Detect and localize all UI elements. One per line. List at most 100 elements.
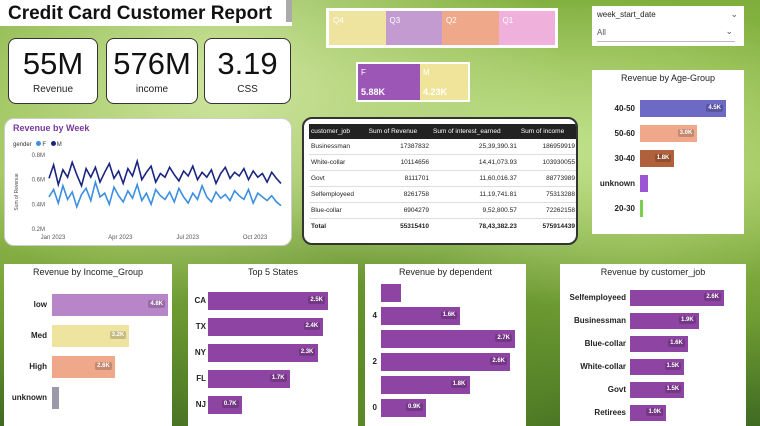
cell: 10114656 — [366, 154, 431, 171]
table-row: Blue-collar 6904279 9,52,800.57 72262158 — [309, 202, 576, 219]
bar[interactable]: 1.7K — [208, 370, 290, 388]
quarter-tile-q1[interactable]: Q1 — [498, 11, 555, 45]
kpi-css-label: CSS — [237, 84, 258, 95]
panel-revenue-by-income-group: Revenue by Income_Group low 4.8K Med 3.2K Hi… — [4, 264, 172, 426]
data-label: 1.5K — [664, 362, 682, 370]
bar[interactable]: 2.4K — [208, 318, 324, 336]
gender-tile-m[interactable]: M 4.23K — [420, 64, 468, 100]
bar[interactable] — [640, 200, 643, 217]
series-line-m[interactable] — [48, 158, 282, 189]
quarter-tile-q3[interactable]: Q3 — [385, 11, 442, 45]
data-label: 2.6K — [704, 293, 721, 301]
table-row: Businessman 17387832 25,39,390.31 186959919 — [309, 139, 576, 155]
cell: 11,60,016.37 — [431, 170, 519, 187]
col-sum-revenue[interactable]: Sum of Revenue — [366, 124, 431, 139]
series-line-f[interactable] — [48, 179, 282, 210]
bar[interactable]: 1.8K — [640, 150, 675, 167]
col-customer-job[interactable]: customer_job — [309, 124, 367, 139]
data-label: 2.5K — [308, 296, 325, 304]
cell: 186959919 — [518, 139, 576, 155]
y-tick-label: 0.4M — [32, 202, 45, 208]
kpi-revenue: 55M Revenue — [8, 38, 98, 104]
category-label: Retirees — [594, 408, 626, 417]
cell: Total — [311, 223, 327, 230]
category-label: FL — [196, 374, 206, 383]
bar[interactable] — [52, 387, 60, 409]
kpi-revenue-label: Revenue — [32, 84, 74, 95]
bar[interactable]: 2.6K — [630, 290, 724, 306]
x-tick-label: Jan 2023 — [41, 235, 66, 241]
bar[interactable]: 2.3K — [208, 344, 319, 362]
category-label: White-collar — [580, 362, 626, 371]
data-label: 1.5K — [664, 385, 682, 393]
bar[interactable]: 1.0K — [630, 405, 667, 421]
category-label: Govt — [607, 385, 626, 394]
kpi-income-label: income — [135, 84, 169, 95]
cell: 6904279 — [366, 202, 431, 219]
title-accent-bar — [286, 0, 292, 22]
bar[interactable]: 2.5K — [208, 292, 328, 310]
y-axis-label: Sum of Revenue — [14, 173, 20, 210]
category-label: High — [29, 362, 47, 371]
category-label: TX — [195, 322, 206, 331]
panel-revenue-by-age-group: Revenue by Age-Group 40-50 4.5K 50-60 3.0K 3… — [592, 70, 744, 234]
quarter-label: Q4 — [333, 16, 344, 25]
panel-title: Top 5 States — [247, 267, 299, 277]
slicer-dropdown[interactable]: All ⌄ — [597, 26, 735, 42]
cell: 78,43,382.23 — [478, 223, 517, 230]
category-label: 0 — [372, 403, 377, 412]
data-label: 1.6K — [668, 339, 685, 347]
bar[interactable] — [640, 175, 648, 192]
cell: Govt — [309, 170, 367, 187]
bar[interactable]: 1.8K — [381, 376, 471, 394]
bar[interactable]: 0.9K — [381, 399, 426, 417]
bar[interactable]: 1.6K — [381, 307, 461, 325]
y-tick-label: 0.8M — [32, 153, 45, 159]
gender-treemap: F 5.88K M 4.23K — [356, 62, 470, 102]
col-sum-income[interactable]: Sum of income — [518, 124, 576, 139]
quarter-tile-q2[interactable]: Q2 — [442, 11, 499, 45]
category-label: Med — [31, 331, 47, 340]
bar[interactable]: 1.5K — [630, 382, 685, 398]
cell: 88773989 — [518, 170, 576, 187]
bar[interactable] — [381, 284, 401, 302]
data-label: 1.7K — [269, 374, 287, 382]
category-label: Businessman — [573, 316, 626, 325]
gender-value: 4.23K — [423, 87, 448, 97]
col-sum-interest[interactable]: Sum of interest_earned — [431, 124, 519, 139]
category-label: 20-30 — [614, 203, 635, 213]
bar[interactable]: 3.2K — [52, 325, 130, 347]
table-row: Selfemployeed 8261758 11,19,741.81 75313288 — [309, 186, 576, 203]
bar[interactable]: 1.6K — [630, 336, 688, 352]
cell: 8261758 — [366, 186, 431, 203]
bar[interactable]: 1.9K — [630, 313, 699, 329]
bar[interactable]: 1.5K — [630, 359, 685, 375]
bar[interactable]: 3.0K — [640, 125, 698, 142]
chevron-down-icon[interactable]: ⌄ — [730, 9, 738, 20]
table-row: Govt 8111701 11,60,016.37 88773989 — [309, 170, 576, 187]
bar[interactable]: 4.8K — [52, 294, 168, 316]
table-total-row: Total 55315410 78,43,382.23 575914439 — [309, 219, 576, 235]
panel-title: Revenue by customer_job — [600, 267, 706, 277]
kpi-css: 3.19 CSS — [204, 38, 291, 104]
bar[interactable]: 2.6K — [52, 356, 115, 378]
category-label: NJ — [195, 400, 206, 409]
data-label: 2.6K — [95, 362, 112, 370]
bar[interactable]: 0.7K — [208, 396, 242, 414]
panel-revenue-by-dependent: Revenue by dependent 4 1.6K 2.7K 2 2.6K 1.8K 0… — [365, 264, 526, 426]
gender-label: M — [423, 68, 430, 77]
category-label: Selfemployeed — [569, 293, 626, 302]
panel-revenue-by-customer-job: Revenue by customer_job Selfemployeed 2.6… — [560, 264, 746, 426]
panel-title: Revenue by Age-Group — [620, 73, 716, 83]
bar[interactable]: 4.5K — [640, 100, 726, 117]
gender-tile-f[interactable]: F 5.88K — [358, 64, 420, 100]
quarter-tile-q4[interactable]: Q4 — [329, 11, 386, 45]
x-tick-label: Oct 2023 — [243, 235, 268, 241]
bar[interactable]: 2.7K — [381, 330, 515, 348]
y-tick-label: 0.2M — [32, 227, 45, 233]
panel-title: Revenue by Income_Group — [32, 267, 144, 277]
table-row: White-collar 10114656 14,41,073.93 10393005… — [309, 154, 576, 171]
bar[interactable]: 2.6K — [381, 353, 511, 371]
data-label: 4.5K — [706, 103, 723, 112]
quarter-label: Q1 — [502, 16, 514, 25]
